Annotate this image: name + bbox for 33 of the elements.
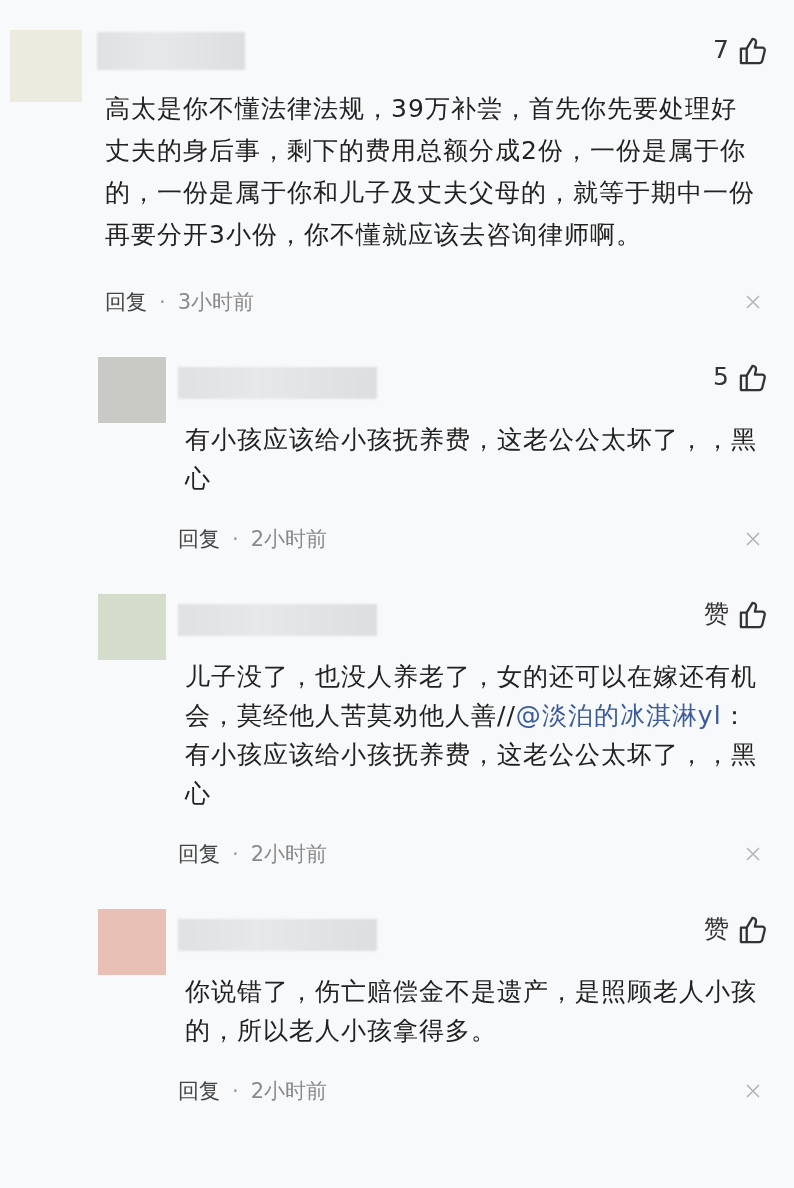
thumbs-up-icon[interactable] [739, 362, 766, 392]
close-icon[interactable] [746, 847, 760, 861]
reply-link[interactable]: 回复 [178, 840, 220, 868]
like-count: 赞 [704, 914, 729, 944]
close-icon[interactable] [746, 532, 760, 546]
avatar[interactable] [98, 357, 166, 423]
thumbs-up-icon[interactable] [739, 35, 766, 65]
comment-text: 有小孩应该给小孩抚养费，这老公公太坏了，，黑心 [185, 424, 758, 495]
separator-dot: · [232, 527, 239, 551]
separator-dot: · [232, 842, 239, 866]
comment-text: 高太是你不懂法律法规，39万补尝，首先你先要处理好丈夫的身后事，剩下的费用总额分成2份，一份是属于你的，一份是属于你和儿子及丈夫父母的，就等于期中一份再要分开3小份，你不懂就应该去咨询律师啊。 [105, 93, 756, 251]
reply-link[interactable]: 回复 [105, 288, 147, 316]
timestamp: 3小时前 [177, 289, 255, 316]
avatar[interactable] [98, 594, 166, 660]
comment-text: 儿子没了，也没人养老了，女的还可以在嫁还有机会，莫经他人苦莫劝他人善//@淡泊的冰淇淋yl：有小孩应该给小孩抚养费，这老公公太坏了，，黑心 [185, 661, 758, 810]
comment-text: 你说错了，伤亡赔偿金不是遗产，是照顾老人小孩的，所以老人小孩拿得多。 [185, 976, 758, 1047]
thumbs-up-icon[interactable] [739, 599, 766, 629]
avatar[interactable] [98, 909, 166, 975]
timestamp: 2小时前 [250, 526, 328, 553]
avatar[interactable] [10, 30, 82, 102]
reply-link[interactable]: 回复 [178, 1077, 220, 1105]
reply-link[interactable]: 回复 [178, 525, 220, 553]
separator-dot: · [232, 1079, 239, 1103]
timestamp: 2小时前 [250, 1078, 328, 1105]
timestamp: 2小时前 [250, 841, 328, 868]
mention-link[interactable]: @淡泊的冰淇淋yl [515, 701, 722, 730]
like-count: 赞 [704, 599, 729, 629]
like-count: 7 [713, 35, 729, 65]
close-icon[interactable] [746, 295, 760, 309]
like-count: 5 [713, 362, 729, 392]
separator-dot: · [159, 290, 166, 314]
thumbs-up-icon[interactable] [739, 914, 766, 944]
close-icon[interactable] [746, 1084, 760, 1098]
